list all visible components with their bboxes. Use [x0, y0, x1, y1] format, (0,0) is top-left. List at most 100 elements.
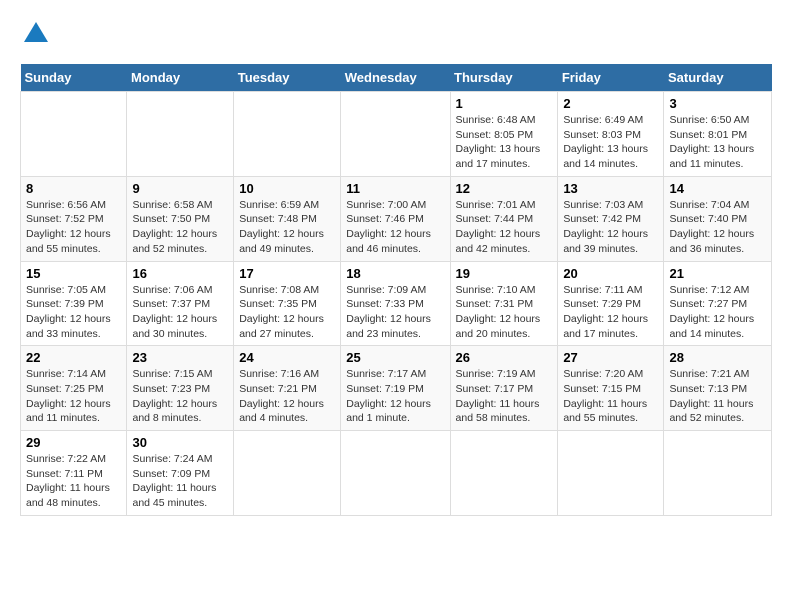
day-of-week-wednesday: Wednesday	[341, 64, 450, 92]
day-cell-3: 3 Sunrise: 6:50 AMSunset: 8:01 PMDaylight…	[664, 92, 772, 177]
day-info: Sunrise: 7:22 AMSunset: 7:11 PMDaylight:…	[26, 453, 110, 509]
day-number: 10	[239, 181, 335, 196]
day-cell-21: 21 Sunrise: 7:12 AMSunset: 7:27 PMDayligh…	[664, 261, 772, 346]
day-number: 29	[26, 435, 121, 450]
day-of-week-tuesday: Tuesday	[234, 64, 341, 92]
day-info: Sunrise: 7:17 AMSunset: 7:19 PMDaylight:…	[346, 368, 431, 424]
day-info: Sunrise: 7:12 AMSunset: 7:27 PMDaylight:…	[669, 284, 754, 340]
day-info: Sunrise: 7:00 AMSunset: 7:46 PMDaylight:…	[346, 199, 431, 255]
page-header	[20, 20, 772, 48]
day-of-week-thursday: Thursday	[450, 64, 558, 92]
week-row-3: 15 Sunrise: 7:05 AMSunset: 7:39 PMDayligh…	[21, 261, 772, 346]
day-number: 24	[239, 350, 335, 365]
day-cell-30: 30 Sunrise: 7:24 AMSunset: 7:09 PMDayligh…	[127, 431, 234, 516]
day-number: 19	[456, 266, 553, 281]
day-info: Sunrise: 6:49 AMSunset: 8:03 PMDaylight:…	[563, 114, 648, 170]
day-cell-9: 9 Sunrise: 6:58 AMSunset: 7:50 PMDaylight…	[127, 176, 234, 261]
day-cell-24: 24 Sunrise: 7:16 AMSunset: 7:21 PMDayligh…	[234, 346, 341, 431]
calendar-table: SundayMondayTuesdayWednesdayThursdayFrid…	[20, 64, 772, 516]
day-cell-22: 22 Sunrise: 7:14 AMSunset: 7:25 PMDayligh…	[21, 346, 127, 431]
day-info: Sunrise: 7:10 AMSunset: 7:31 PMDaylight:…	[456, 284, 541, 340]
day-cell-11: 11 Sunrise: 7:00 AMSunset: 7:46 PMDayligh…	[341, 176, 450, 261]
day-info: Sunrise: 7:05 AMSunset: 7:39 PMDaylight:…	[26, 284, 111, 340]
day-cell-20: 20 Sunrise: 7:11 AMSunset: 7:29 PMDayligh…	[558, 261, 664, 346]
day-number: 1	[456, 96, 553, 111]
day-cell-17: 17 Sunrise: 7:08 AMSunset: 7:35 PMDayligh…	[234, 261, 341, 346]
empty-cell	[558, 431, 664, 516]
empty-cell	[234, 431, 341, 516]
day-cell-2: 2 Sunrise: 6:49 AMSunset: 8:03 PMDaylight…	[558, 92, 664, 177]
day-number: 28	[669, 350, 766, 365]
day-info: Sunrise: 7:19 AMSunset: 7:17 PMDaylight:…	[456, 368, 540, 424]
day-info: Sunrise: 7:03 AMSunset: 7:42 PMDaylight:…	[563, 199, 648, 255]
day-of-week-saturday: Saturday	[664, 64, 772, 92]
day-number: 25	[346, 350, 444, 365]
day-info: Sunrise: 7:04 AMSunset: 7:40 PMDaylight:…	[669, 199, 754, 255]
day-info: Sunrise: 7:15 AMSunset: 7:23 PMDaylight:…	[132, 368, 217, 424]
empty-cell	[450, 431, 558, 516]
day-number: 8	[26, 181, 121, 196]
day-info: Sunrise: 7:14 AMSunset: 7:25 PMDaylight:…	[26, 368, 111, 424]
day-info: Sunrise: 7:06 AMSunset: 7:37 PMDaylight:…	[132, 284, 217, 340]
day-cell-26: 26 Sunrise: 7:19 AMSunset: 7:17 PMDayligh…	[450, 346, 558, 431]
empty-cell	[664, 431, 772, 516]
day-number: 2	[563, 96, 658, 111]
empty-cell	[234, 92, 341, 177]
day-number: 18	[346, 266, 444, 281]
empty-cell	[127, 92, 234, 177]
day-cell-8: 8 Sunrise: 6:56 AMSunset: 7:52 PMDaylight…	[21, 176, 127, 261]
day-cell-19: 19 Sunrise: 7:10 AMSunset: 7:31 PMDayligh…	[450, 261, 558, 346]
day-number: 23	[132, 350, 228, 365]
day-info: Sunrise: 7:16 AMSunset: 7:21 PMDaylight:…	[239, 368, 324, 424]
day-info: Sunrise: 7:24 AMSunset: 7:09 PMDaylight:…	[132, 453, 216, 509]
day-number: 15	[26, 266, 121, 281]
day-info: Sunrise: 6:59 AMSunset: 7:48 PMDaylight:…	[239, 199, 324, 255]
days-of-week-row: SundayMondayTuesdayWednesdayThursdayFrid…	[21, 64, 772, 92]
day-number: 9	[132, 181, 228, 196]
day-number: 21	[669, 266, 766, 281]
empty-cell	[21, 92, 127, 177]
day-cell-25: 25 Sunrise: 7:17 AMSunset: 7:19 PMDayligh…	[341, 346, 450, 431]
day-cell-12: 12 Sunrise: 7:01 AMSunset: 7:44 PMDayligh…	[450, 176, 558, 261]
day-cell-16: 16 Sunrise: 7:06 AMSunset: 7:37 PMDayligh…	[127, 261, 234, 346]
day-cell-13: 13 Sunrise: 7:03 AMSunset: 7:42 PMDayligh…	[558, 176, 664, 261]
day-number: 20	[563, 266, 658, 281]
empty-cell	[341, 92, 450, 177]
day-info: Sunrise: 6:58 AMSunset: 7:50 PMDaylight:…	[132, 199, 217, 255]
day-number: 17	[239, 266, 335, 281]
day-info: Sunrise: 7:20 AMSunset: 7:15 PMDaylight:…	[563, 368, 647, 424]
day-info: Sunrise: 6:56 AMSunset: 7:52 PMDaylight:…	[26, 199, 111, 255]
logo	[20, 20, 50, 48]
day-number: 30	[132, 435, 228, 450]
day-cell-27: 27 Sunrise: 7:20 AMSunset: 7:15 PMDayligh…	[558, 346, 664, 431]
day-cell-15: 15 Sunrise: 7:05 AMSunset: 7:39 PMDayligh…	[21, 261, 127, 346]
day-cell-18: 18 Sunrise: 7:09 AMSunset: 7:33 PMDayligh…	[341, 261, 450, 346]
day-of-week-friday: Friday	[558, 64, 664, 92]
day-number: 22	[26, 350, 121, 365]
day-number: 27	[563, 350, 658, 365]
day-info: Sunrise: 7:21 AMSunset: 7:13 PMDaylight:…	[669, 368, 753, 424]
day-number: 16	[132, 266, 228, 281]
day-cell-14: 14 Sunrise: 7:04 AMSunset: 7:40 PMDayligh…	[664, 176, 772, 261]
day-number: 13	[563, 181, 658, 196]
day-info: Sunrise: 6:48 AMSunset: 8:05 PMDaylight:…	[456, 114, 541, 170]
day-cell-28: 28 Sunrise: 7:21 AMSunset: 7:13 PMDayligh…	[664, 346, 772, 431]
day-number: 11	[346, 181, 444, 196]
day-of-week-monday: Monday	[127, 64, 234, 92]
day-number: 12	[456, 181, 553, 196]
empty-cell	[341, 431, 450, 516]
day-info: Sunrise: 7:09 AMSunset: 7:33 PMDaylight:…	[346, 284, 431, 340]
day-cell-29: 29 Sunrise: 7:22 AMSunset: 7:11 PMDayligh…	[21, 431, 127, 516]
week-row-5: 29 Sunrise: 7:22 AMSunset: 7:11 PMDayligh…	[21, 431, 772, 516]
day-number: 3	[669, 96, 766, 111]
day-info: Sunrise: 7:01 AMSunset: 7:44 PMDaylight:…	[456, 199, 541, 255]
day-info: Sunrise: 7:08 AMSunset: 7:35 PMDaylight:…	[239, 284, 324, 340]
day-of-week-sunday: Sunday	[21, 64, 127, 92]
day-info: Sunrise: 6:50 AMSunset: 8:01 PMDaylight:…	[669, 114, 754, 170]
week-row-4: 22 Sunrise: 7:14 AMSunset: 7:25 PMDayligh…	[21, 346, 772, 431]
week-row-1: 1 Sunrise: 6:48 AMSunset: 8:05 PMDaylight…	[21, 92, 772, 177]
day-info: Sunrise: 7:11 AMSunset: 7:29 PMDaylight:…	[563, 284, 648, 340]
day-number: 26	[456, 350, 553, 365]
day-cell-1: 1 Sunrise: 6:48 AMSunset: 8:05 PMDaylight…	[450, 92, 558, 177]
day-number: 14	[669, 181, 766, 196]
